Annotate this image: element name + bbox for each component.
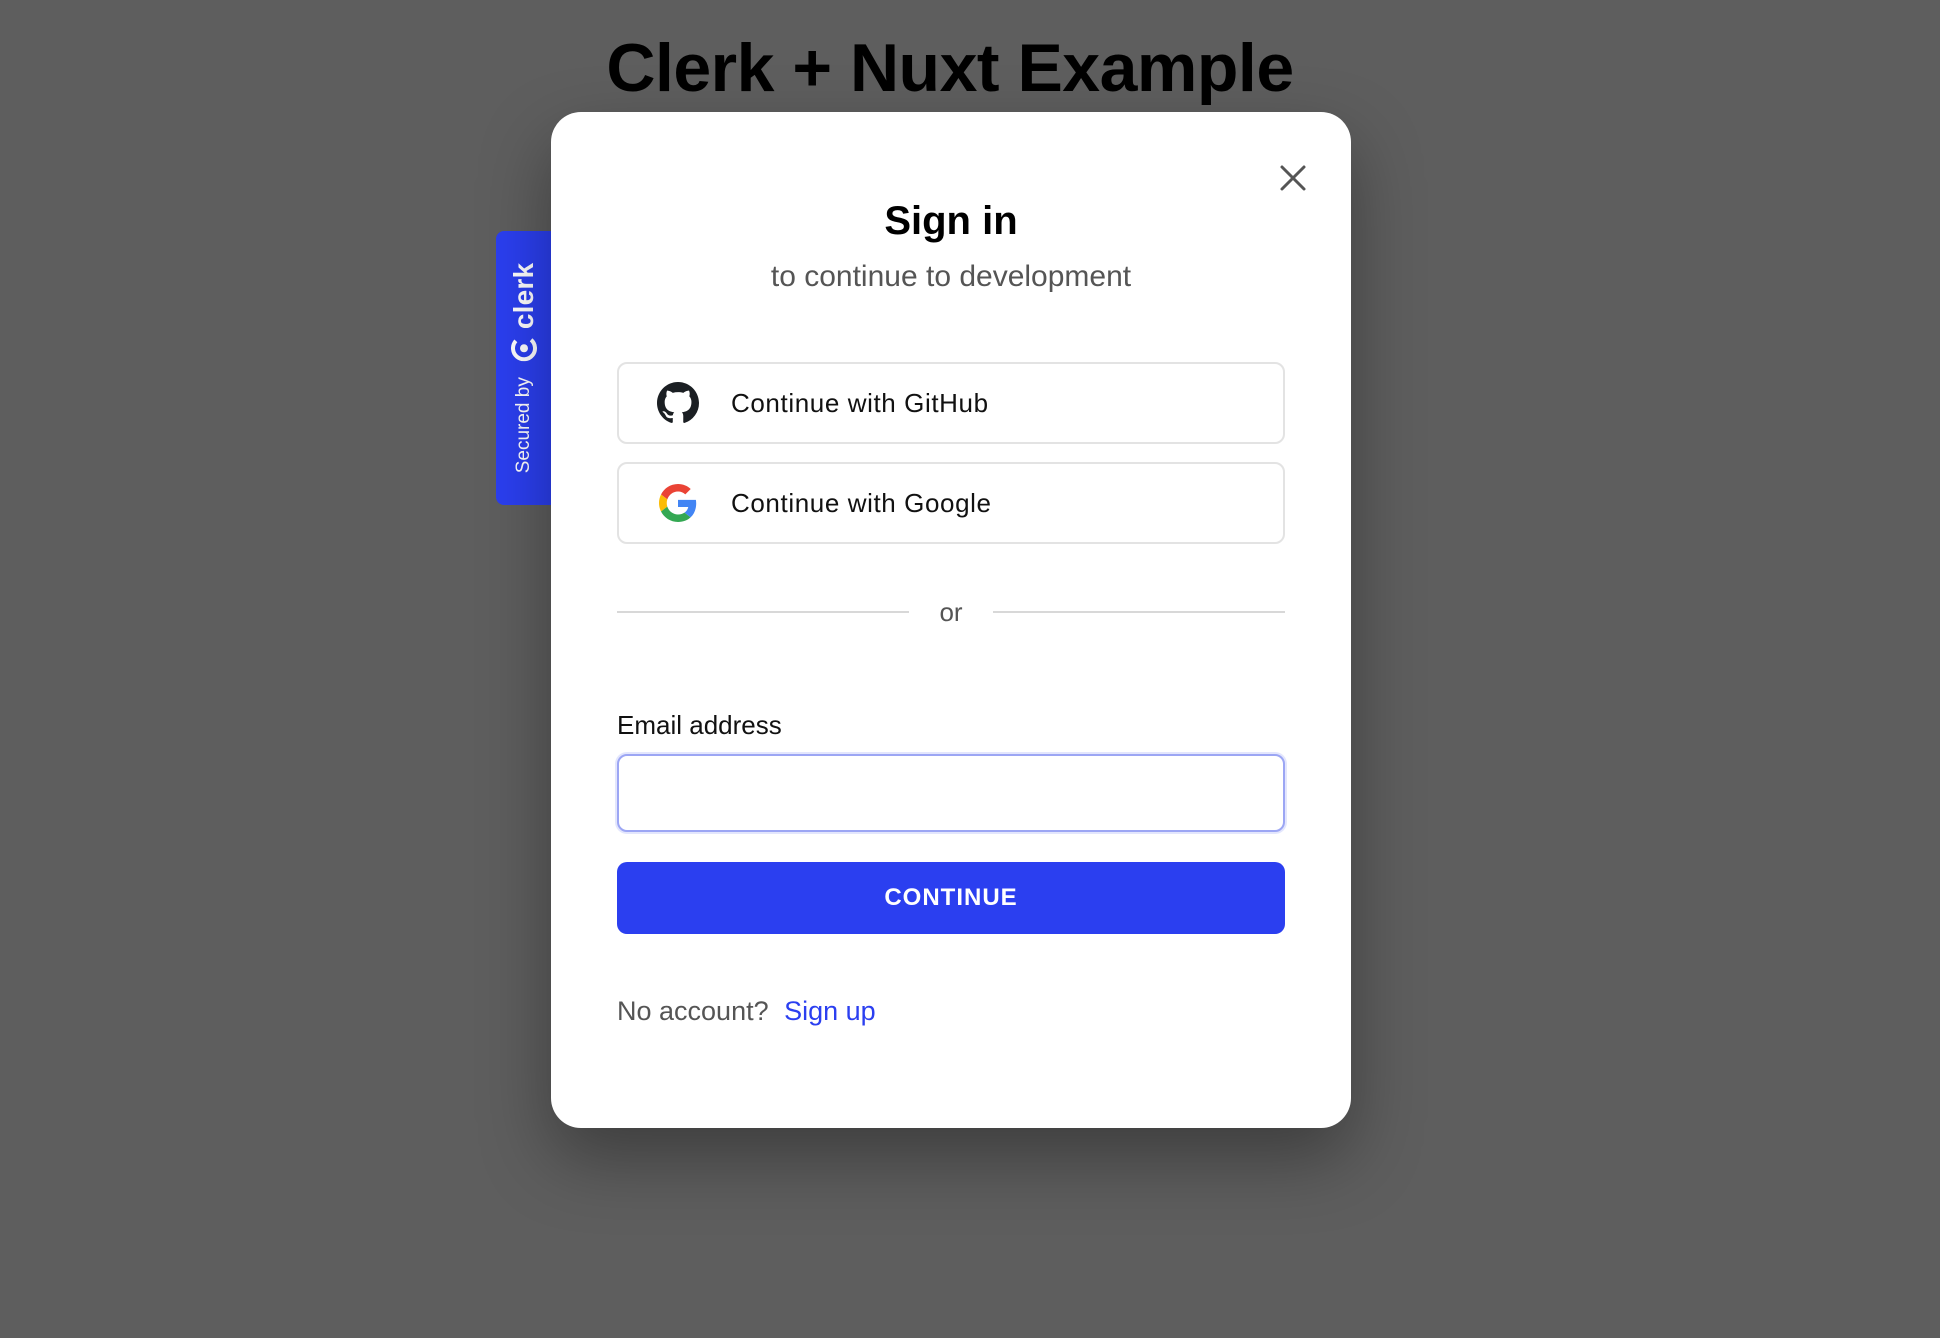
clerk-brand-text: clerk (508, 262, 539, 330)
email-label: Email address (617, 710, 782, 740)
or-divider: or (617, 592, 1285, 632)
continue-button[interactable]: CONTINUE (617, 862, 1285, 934)
secured-by-text: Secured by (513, 377, 534, 474)
github-icon (657, 382, 699, 424)
google-icon (657, 482, 699, 524)
secured-by-clerk-badge[interactable]: Secured by clerk (496, 231, 552, 505)
google-button-label: Continue with Google (731, 487, 992, 518)
sign-up-prompt: No account? Sign up (617, 996, 876, 1027)
modal-subtitle: to continue to development (770, 260, 1132, 293)
close-icon (1280, 165, 1306, 191)
clerk-logo-icon (511, 335, 537, 362)
email-input[interactable] (617, 754, 1285, 832)
sign-in-modal: Sign in to continue to development Conti… (551, 112, 1351, 1128)
modal-title: Sign in (884, 199, 1018, 243)
page-title: Clerk + Nuxt Example (606, 30, 1294, 106)
divider-line-left (617, 611, 910, 613)
secured-by-content: Secured by clerk (508, 263, 540, 474)
continue-with-github-button[interactable]: Continue with GitHub (617, 362, 1285, 444)
close-button[interactable] (1273, 158, 1313, 198)
sign-up-link[interactable]: Sign up (784, 996, 876, 1026)
divider-line-right (992, 611, 1285, 613)
continue-with-google-button[interactable]: Continue with Google (617, 462, 1285, 544)
divider-or-text: or (939, 596, 963, 627)
github-button-label: Continue with GitHub (731, 387, 989, 418)
no-account-text: No account? (617, 996, 769, 1026)
modal-header: Sign in to continue to development (551, 196, 1351, 296)
